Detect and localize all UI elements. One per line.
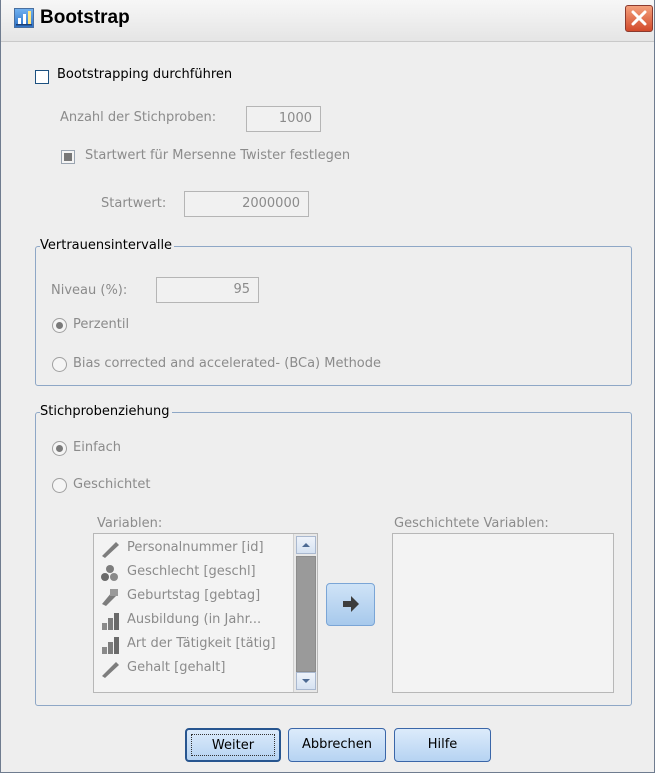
continue-button[interactable]: Weiter xyxy=(185,728,281,762)
percentile-label[interactable]: Perzentil xyxy=(73,317,129,332)
arrow-right-icon xyxy=(343,596,359,612)
ordinal-bars-icon xyxy=(102,613,119,630)
bca-radio[interactable] xyxy=(52,357,67,372)
seed-input[interactable]: 2000000 xyxy=(184,191,309,217)
percentile-radio[interactable] xyxy=(52,318,67,333)
scale-ruler-icon xyxy=(102,662,119,678)
stratified-variables-listbox[interactable] xyxy=(392,533,614,693)
level-label: Niveau (%): xyxy=(51,283,128,298)
seed-label: Startwert: xyxy=(101,196,167,211)
variables-listbox[interactable]: Personalnummer [id] Geschlecht [geschl] … xyxy=(93,533,318,693)
focus-ring xyxy=(191,734,275,756)
scroll-up-button[interactable] xyxy=(296,536,316,554)
stratified-radio[interactable] xyxy=(52,478,67,493)
cancel-button-label: Abbrechen xyxy=(301,737,373,752)
scroll-up-icon xyxy=(302,543,310,547)
seed-checkbox[interactable] xyxy=(61,150,75,164)
stratified-label[interactable]: Geschichtet xyxy=(73,477,150,492)
perform-bootstrap-label[interactable]: Bootstrapping durchführen xyxy=(57,67,232,82)
close-icon xyxy=(631,10,647,26)
confidence-intervals-title: Vertrauensintervalle xyxy=(40,238,175,253)
bootstrap-dialog: Bootstrap Bootstrapping durchführen Anza… xyxy=(0,0,655,773)
variables-scrollbar[interactable] xyxy=(293,534,317,692)
bca-label[interactable]: Bias corrected and accelerated- (BCa) Me… xyxy=(73,356,381,371)
title-bar[interactable]: Bootstrap xyxy=(1,0,654,42)
perform-bootstrap-checkbox[interactable] xyxy=(35,70,49,84)
help-button[interactable]: Hilfe xyxy=(394,728,491,762)
help-button-label: Hilfe xyxy=(427,737,458,752)
close-button[interactable] xyxy=(625,5,653,32)
simple-radio[interactable] xyxy=(52,441,67,456)
window-title: Bootstrap xyxy=(40,7,130,28)
scroll-down-button[interactable] xyxy=(296,672,316,690)
sampling-title: Stichprobenziehung xyxy=(40,404,172,419)
scroll-thumb[interactable] xyxy=(296,556,316,672)
samples-label: Anzahl der Stichproben: xyxy=(60,110,217,125)
simple-label[interactable]: Einfach xyxy=(73,440,121,455)
stratified-variables-label: Geschichtete Variablen: xyxy=(394,516,549,531)
move-variable-button[interactable] xyxy=(326,583,375,626)
bootstrap-app-icon xyxy=(14,8,34,28)
seed-checkbox-label[interactable]: Startwert für Mersenne Twister festlegen xyxy=(85,148,350,163)
ordinal-bars-icon xyxy=(102,637,119,654)
scroll-down-icon xyxy=(302,679,310,683)
cancel-button[interactable]: Abbrechen xyxy=(288,728,386,762)
date-scale-icon xyxy=(102,589,118,606)
level-input[interactable]: 95 xyxy=(156,277,259,303)
scale-ruler-icon xyxy=(102,542,119,558)
samples-input[interactable]: 1000 xyxy=(246,106,321,132)
variables-label: Variablen: xyxy=(97,516,163,531)
nominal-shapes-icon xyxy=(101,565,118,581)
